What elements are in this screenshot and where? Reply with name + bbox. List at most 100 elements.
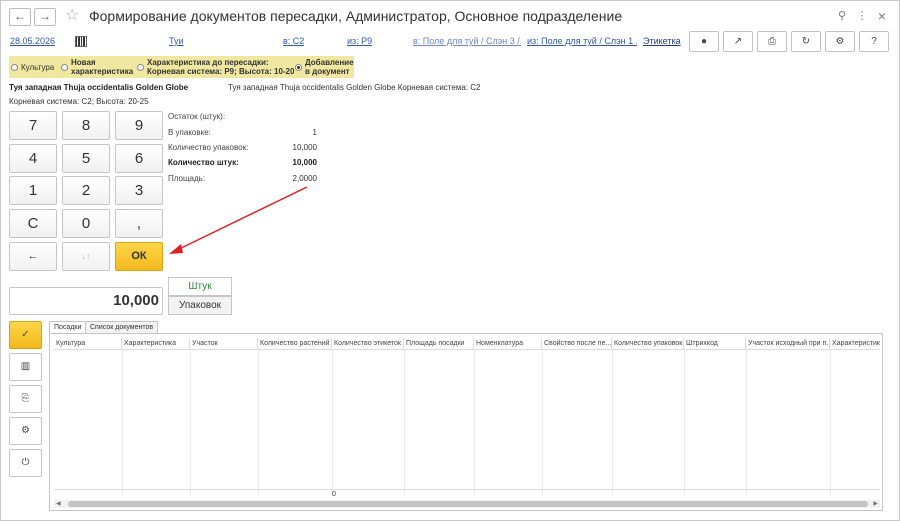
radio-characteristic-before[interactable]: Характеристика до пересадки: Корневая си… [137,56,297,78]
column-divider [746,350,747,496]
radio-add-to-document[interactable]: Добавление в документ [295,56,357,78]
radio-dot [137,63,144,71]
back-button[interactable]: ← [9,8,31,26]
unit-pieces-button[interactable]: Штук [168,277,232,296]
printer-icon: ⎙ [768,36,776,47]
app-window: ← → ☆ Формирование документов пересадки,… [0,0,900,521]
radio-new-characteristic[interactable]: Новая характеристика [61,56,143,78]
user-button[interactable]: ● [689,31,719,52]
key-swap-disabled[interactable]: ↓↑ [62,242,110,271]
arrow-up-right-icon: ↗ [733,36,743,47]
key-7[interactable]: 7 [9,111,57,140]
table-footer: 0 [54,489,880,499]
area-value: 2,0000 [292,174,317,183]
column-divider [122,350,123,496]
help-button[interactable]: ? [859,31,889,52]
item-name: Туя западная Thuja occidentalis Golden G… [9,83,189,92]
col-barcode[interactable]: Штрихкод [684,338,746,350]
link-icon[interactable]: ⚲ [835,9,849,23]
unit-packs-button[interactable]: Упаковок [168,296,232,315]
from-location-link[interactable]: из: Р9 [347,36,372,46]
quantity-display: 10,000 [9,287,163,315]
horizontal-scrollbar[interactable]: ◀ ▶ [54,500,880,508]
export-button[interactable]: ↗ [723,31,753,52]
power-side-button[interactable]: ⏻ [9,449,42,477]
from-field-link[interactable]: из: Поле для туй / Слэн 1 ... [527,36,637,46]
column-divider [612,350,613,496]
key-2[interactable]: 2 [62,176,110,205]
col-pack-count[interactable]: Количество упаковок [612,338,684,350]
col-nomenclature[interactable]: Номенклатура [474,338,542,350]
refresh-icon: ↻ [801,36,811,47]
arrow-right-icon: → [39,9,51,23]
key-1[interactable]: 1 [9,176,57,205]
key-comma[interactable]: , [115,209,163,238]
radio-culture[interactable]: Культура [11,56,63,78]
key-0[interactable]: 0 [62,209,110,238]
radio-label: Новая характеристика [71,58,134,76]
col-plant-count[interactable]: Количество растений [258,338,332,350]
key-clear[interactable]: С [9,209,57,238]
gear-icon: ⚙ [835,36,845,47]
key-4[interactable]: 4 [9,144,57,173]
radio-label: Добавление в документ [305,58,354,76]
confirm-side-button[interactable]: ✓ [9,321,42,349]
radio-dot [61,63,68,71]
area-label: Площадь: [168,174,206,183]
to-field-link[interactable]: в: Поле для туй / Слэн 3 /... [413,36,521,46]
col-planting-area[interactable]: Площадь посадки [404,338,474,350]
table-header: Культура Характеристика Участок Количест… [54,338,880,350]
col-label-count[interactable]: Количество этикеток [332,338,404,350]
more-icon[interactable]: ⋮ [855,9,869,23]
col-culture[interactable]: Культура [54,338,122,350]
arrow-left-icon: ← [14,9,26,23]
radio-dot-selected [295,63,302,71]
key-9[interactable]: 9 [115,111,163,140]
scroll-left-icon[interactable]: ◀ [56,500,61,508]
toolbar: 28.05.2026 Туи в: С2 из: Р9 в: Поле для … [1,31,899,53]
key-backspace[interactable]: ← [9,242,57,271]
per-pack-label: В упаковке: [168,128,211,137]
date-link[interactable]: 28.05.2026 [10,36,55,46]
print-button[interactable]: ⎙ [757,31,787,52]
col-characteristic-2[interactable]: Характеристика [830,338,880,350]
column-divider [332,350,333,496]
barcode-icon[interactable] [75,36,87,47]
gear-icon: ⚙ [21,425,30,436]
to-location-link[interactable]: в: С2 [283,36,304,46]
col-characteristic[interactable]: Характеристика [122,338,190,350]
forward-button[interactable]: → [34,8,56,26]
column-divider [190,350,191,496]
help-icon: ? [871,36,877,47]
user-icon: ● [700,36,708,47]
settings-side-button[interactable]: ⚙ [9,417,42,445]
close-icon[interactable]: × [875,9,889,23]
tui-link[interactable]: Туи [169,36,184,46]
plantings-table: Культура Характеристика Участок Количест… [49,333,883,511]
item-name-right: Туя западная Thuja occidentalis Golden G… [228,83,481,92]
label-link[interactable]: Этикетка [643,36,681,46]
key-5[interactable]: 5 [62,144,110,173]
refresh-button[interactable]: ↻ [791,31,821,52]
column-divider [474,350,475,496]
ok-button[interactable]: ОК [115,242,163,271]
mode-radio-group: Культура Новая характеристика Характерис… [9,56,354,78]
col-source-plot[interactable]: Участок исходный при п... [746,338,830,350]
key-3[interactable]: 3 [115,176,163,205]
favorite-star-icon[interactable]: ☆ [65,7,79,25]
col-property-after[interactable]: Свойство после пе... [542,338,612,350]
column-divider [684,350,685,496]
settings-button[interactable]: ⚙ [825,31,855,52]
per-pack-value: 1 [312,128,317,137]
column-divider [542,350,543,496]
key-8[interactable]: 8 [62,111,110,140]
scroll-thumb[interactable] [68,501,868,507]
barcode-side-button[interactable]: ▥ [9,353,42,381]
col-plot[interactable]: Участок [190,338,258,350]
check-icon: ✓ [21,329,30,340]
barcode-icon: ▥ [20,361,31,372]
document-side-button[interactable]: ⎘ [9,385,42,413]
radio-label: Культура [21,62,55,72]
key-6[interactable]: 6 [115,144,163,173]
scroll-right-icon[interactable]: ▶ [873,500,878,508]
